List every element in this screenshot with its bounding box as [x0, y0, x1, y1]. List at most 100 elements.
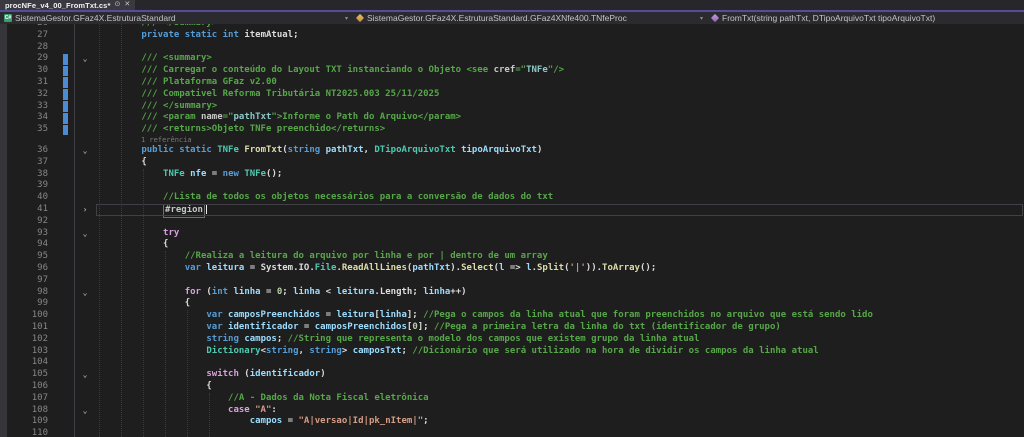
line-number[interactable]: 32	[0, 89, 48, 101]
code-line[interactable]: 34 /// <param name="pathTxt">Informe o P…	[0, 112, 1024, 124]
code-line[interactable]: 97	[0, 275, 1024, 287]
fold-collapse-icon[interactable]: ⌄	[79, 369, 91, 381]
code-text: var identificador = camposPreenchidos[0]…	[98, 321, 781, 332]
line-number[interactable]: 95	[0, 251, 48, 263]
code-line[interactable]: 33 /// </summary>	[0, 101, 1024, 113]
line-number[interactable]: 108	[0, 405, 48, 417]
code-line[interactable]: 32 /// Compativel Reforma Tributária NT2…	[0, 89, 1024, 101]
line-number[interactable]: 27	[0, 30, 48, 42]
code-line[interactable]: 40 //Lista de todos os objetos necessári…	[0, 192, 1024, 204]
code-text: switch (identificador)	[98, 369, 326, 380]
line-number[interactable]: 102	[0, 334, 48, 346]
fold-collapse-icon[interactable]: ⌄	[79, 145, 91, 157]
line-number[interactable]: 101	[0, 322, 48, 334]
line-number[interactable]: 37	[0, 157, 48, 169]
code-line[interactable]: 109 campos = "A|versao|Id|pk_nItem|";	[0, 416, 1024, 428]
fold-collapse-icon[interactable]: ⌄	[79, 53, 91, 65]
code-line[interactable]: 93 ⌄ try	[0, 228, 1024, 240]
code-line[interactable]: 31 /// Plataforma GFaz v2.00	[0, 77, 1024, 89]
code-line[interactable]: 39	[0, 180, 1024, 192]
code-line[interactable]: 96 var leitura = System.IO.File.ReadAllL…	[0, 263, 1024, 275]
codelens-row[interactable]: 1 referência	[0, 136, 1024, 145]
project-name: SistemaGestor.GFaz4X.EstruturaStandard	[15, 13, 176, 23]
line-number[interactable]: 28	[0, 42, 48, 54]
fold-collapse-icon[interactable]: ⌄	[79, 287, 91, 299]
keep-open-icon[interactable]: ⊙	[114, 0, 120, 10]
line-number[interactable]: 110	[0, 428, 48, 437]
code-line[interactable]: 28	[0, 42, 1024, 54]
code-line[interactable]: 100 var camposPreenchidos = leitura[linh…	[0, 310, 1024, 322]
line-number[interactable]: 96	[0, 263, 48, 275]
class-icon	[355, 13, 365, 23]
line-number[interactable]: 34	[0, 112, 48, 124]
code-line[interactable]: 106 {	[0, 381, 1024, 393]
code-line[interactable]: 29 ⌄ /// <summary>	[0, 53, 1024, 65]
code-line[interactable]: 41 › #region	[0, 203, 1024, 218]
code-line[interactable]: 36 ⌄ public static TNFe FromTxt(string pa…	[0, 145, 1024, 157]
line-number[interactable]: 30	[0, 65, 48, 77]
code-line[interactable]: 94 {	[0, 239, 1024, 251]
code-text: private static int itemAtual;	[98, 29, 299, 40]
code-editor[interactable]: 26 /// </summary>27 private static int i…	[0, 24, 1024, 437]
change-bar	[63, 65, 68, 77]
line-number[interactable]: 94	[0, 239, 48, 251]
code-line[interactable]: 27 private static int itemAtual;	[0, 30, 1024, 42]
chevron-down-icon[interactable]: ▾	[345, 15, 348, 22]
line-number[interactable]: 98	[0, 287, 48, 299]
chevron-down-icon[interactable]: ▾	[700, 15, 703, 22]
code-text: {	[98, 298, 191, 309]
codelens-references[interactable]: 1 referência	[141, 136, 192, 145]
code-text: {	[98, 156, 147, 167]
code-text: case "A":	[98, 404, 277, 415]
navigation-bar: C# SistemaGestor.GFaz4X.EstruturaStandar…	[0, 12, 1024, 24]
code-text: /// Compativel Reforma Tributária NT2025…	[98, 88, 440, 99]
line-number[interactable]: 104	[0, 357, 48, 369]
code-line[interactable]: 103 Dictionary<string, string> camposTxt…	[0, 346, 1024, 358]
line-number[interactable]: 39	[0, 180, 48, 192]
type-dropdown[interactable]: SistemaGestor.GFaz4X.EstruturaStandard.G…	[352, 12, 707, 24]
line-number[interactable]: 35	[0, 124, 48, 136]
code-line[interactable]: 102 string campos; //String que represen…	[0, 334, 1024, 346]
code-text: public static TNFe FromTxt(string pathTx…	[98, 144, 543, 155]
code-line[interactable]: 108 ⌄ case "A":	[0, 405, 1024, 417]
code-line[interactable]: 92	[0, 216, 1024, 228]
line-number[interactable]: 38	[0, 169, 48, 181]
code-line[interactable]: 35 /// <returns>Objeto TNFe preenchido</…	[0, 124, 1024, 136]
line-number[interactable]: 105	[0, 369, 48, 381]
code-area[interactable]: 26 /// </summary>27 private static int i…	[0, 24, 1024, 437]
code-line[interactable]: 98 ⌄ for (int linha = 0; linha < leitura.…	[0, 287, 1024, 299]
code-text: //Realiza a leitura do arquivo por linha…	[98, 251, 548, 262]
line-number[interactable]: 109	[0, 416, 48, 428]
line-number[interactable]: 29	[0, 53, 48, 65]
code-line[interactable]: 38 TNFe nfe = new TNFe();	[0, 169, 1024, 181]
project-dropdown[interactable]: C# SistemaGestor.GFaz4X.EstruturaStandar…	[0, 12, 352, 24]
code-line[interactable]: 110	[0, 428, 1024, 437]
member-dropdown[interactable]: FromTxt(string pathTxt, DTipoArquivoTxt …	[707, 12, 1024, 24]
code-line[interactable]: 101 var identificador = camposPreenchido…	[0, 322, 1024, 334]
code-line[interactable]: 107 //A - Dados da Nota Fiscal eletrônic…	[0, 393, 1024, 405]
close-tab-icon[interactable]: ✕	[124, 0, 130, 10]
line-number[interactable]: 93	[0, 228, 48, 240]
code-line[interactable]: 37 {	[0, 157, 1024, 169]
line-number[interactable]: 97	[0, 275, 48, 287]
line-number[interactable]: 31	[0, 77, 48, 89]
tab-procnfe[interactable]: procNFe_v4_00_FromTxt.cs* ⊙ ✕	[0, 0, 136, 10]
line-number[interactable]: 100	[0, 310, 48, 322]
line-number[interactable]: 107	[0, 393, 48, 405]
fold-collapse-icon[interactable]: ⌄	[79, 405, 91, 417]
line-number[interactable]: 103	[0, 346, 48, 358]
line-number[interactable]: 92	[0, 216, 48, 228]
line-number[interactable]: 41	[0, 204, 48, 216]
line-number[interactable]: 106	[0, 381, 48, 393]
fold-collapse-icon[interactable]: ⌄	[79, 228, 91, 240]
code-line[interactable]: 30 /// Carregar o conteúdo do Layout TXT…	[0, 65, 1024, 77]
line-number[interactable]: 40	[0, 192, 48, 204]
fold-expand-icon[interactable]: ›	[79, 204, 91, 216]
line-number[interactable]: 99	[0, 298, 48, 310]
line-number[interactable]: 36	[0, 145, 48, 157]
code-line[interactable]: 104	[0, 357, 1024, 369]
code-line[interactable]: 105 ⌄ switch (identificador)	[0, 369, 1024, 381]
code-line[interactable]: 95 //Realiza a leitura do arquivo por li…	[0, 251, 1024, 263]
code-line[interactable]: 99 {	[0, 298, 1024, 310]
line-number[interactable]: 33	[0, 101, 48, 113]
